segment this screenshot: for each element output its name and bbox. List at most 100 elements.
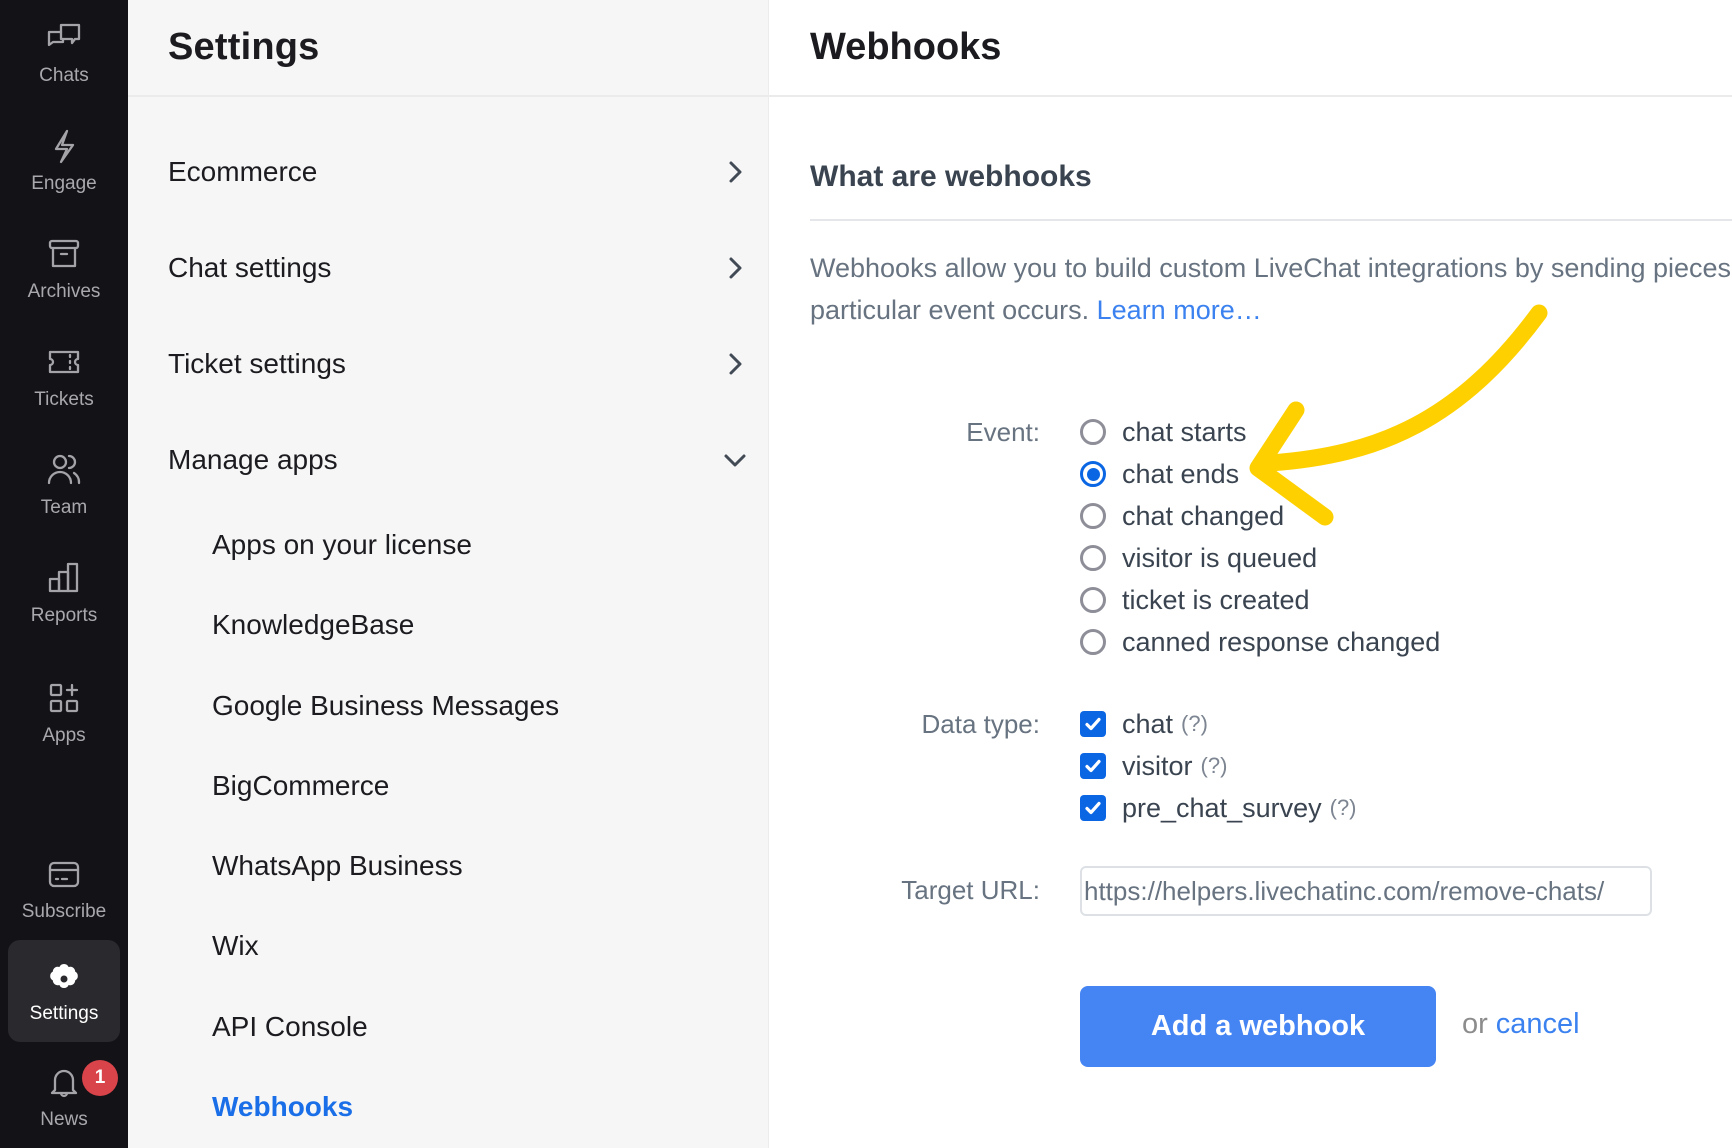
cancel-link[interactable]: cancel — [1496, 1008, 1580, 1040]
ticket-icon — [48, 350, 80, 374]
nav-item-label: Team — [40, 497, 88, 518]
section-divider — [810, 219, 1732, 221]
help-link[interactable]: (?) — [1330, 795, 1357, 821]
nav-item-label: Chats — [39, 65, 89, 86]
description-line-2: particular event occurs. Learn more… — [810, 289, 1732, 331]
nav-item-label: Tickets — [34, 389, 94, 410]
settings-panel: Settings Ecommerce Chat settings Ticket … — [128, 0, 769, 1148]
or-cancel: or cancel — [1462, 1008, 1580, 1041]
nav-item-label: News — [40, 1109, 88, 1130]
menu-item-ticket-settings[interactable]: Ticket settings — [168, 334, 748, 394]
nav-item-label: Archives — [27, 281, 101, 302]
nav-item-subscribe[interactable]: Subscribe — [8, 838, 120, 940]
main-content: Webhooks What are webhooks Webhooks allo… — [769, 0, 1732, 1148]
event-option-ticket-is-created[interactable]: ticket is created — [1080, 579, 1310, 621]
data-type-option-pre-chat-survey[interactable]: pre_chat_survey (?) — [1080, 787, 1357, 829]
radio-button[interactable] — [1080, 419, 1106, 445]
main-header: Webhooks — [769, 0, 1732, 97]
learn-more-link[interactable]: Learn more… — [1097, 295, 1262, 325]
bar-chart-icon — [48, 562, 79, 593]
option-label: ticket is created — [1122, 584, 1310, 615]
settings-title: Settings — [168, 26, 320, 68]
nav-item-reports[interactable]: Reports — [8, 542, 120, 644]
radio-button[interactable] — [1080, 587, 1106, 613]
checkbox-checked[interactable] — [1080, 753, 1106, 779]
option-label: chat changed — [1122, 500, 1285, 531]
nav-item-label: Reports — [30, 605, 98, 626]
nav-item-tickets[interactable]: Tickets — [8, 326, 120, 428]
nav-item-archives[interactable]: Archives — [8, 218, 120, 320]
help-link[interactable]: (?) — [1181, 711, 1208, 737]
submenu-item-api-console[interactable]: API Console — [212, 1002, 368, 1052]
nav-item-settings[interactable]: Settings — [8, 940, 120, 1042]
submenu-item-whatsapp-business[interactable]: WhatsApp Business — [212, 841, 463, 891]
target-url-label: Target URL: — [901, 875, 1040, 905]
radio-button-selected[interactable] — [1080, 461, 1106, 487]
option-label: chat — [1122, 708, 1174, 739]
menu-item-label: Ecommerce — [168, 156, 318, 187]
submenu-item-knowledgebase[interactable]: KnowledgeBase — [212, 600, 414, 650]
lightning-icon — [54, 129, 75, 164]
option-label: pre_chat_survey — [1122, 792, 1322, 823]
submenu-item-bigcommerce[interactable]: BigCommerce — [212, 761, 389, 811]
nav-item-apps[interactable]: Apps — [8, 662, 120, 764]
event-option-chat-changed[interactable]: chat changed — [1080, 495, 1284, 537]
submenu-item-google-business-messages[interactable]: Google Business Messages — [212, 681, 559, 731]
checkbox-checked[interactable] — [1080, 795, 1106, 821]
event-option-visitor-is-queued[interactable]: visitor is queued — [1080, 537, 1317, 579]
nav-item-chats[interactable]: Chats — [8, 2, 120, 104]
event-option-chat-ends[interactable]: chat ends — [1080, 453, 1239, 495]
add-webhook-button[interactable]: Add a webhook — [1080, 986, 1436, 1067]
checkmark-icon — [1085, 801, 1101, 815]
chevron-down-icon — [724, 454, 746, 467]
nav-rail: Chats Engage Archives Tickets Team Repor… — [0, 0, 128, 1148]
target-url-input[interactable] — [1080, 866, 1652, 916]
description: Webhooks allow you to build custom LiveC… — [810, 247, 1732, 331]
menu-item-manage-apps[interactable]: Manage apps — [168, 430, 748, 490]
page-title: Webhooks — [810, 26, 1002, 68]
radio-button[interactable] — [1080, 629, 1106, 655]
event-label: Event: — [966, 417, 1040, 447]
notification-badge: 1 — [82, 1060, 118, 1096]
nav-item-label: Engage — [31, 173, 97, 194]
nav-item-news[interactable]: 1 News — [8, 1046, 120, 1148]
description-line-1: Webhooks allow you to build custom LiveC… — [810, 253, 1732, 283]
data-type-label: Data type: — [921, 709, 1040, 739]
submenu-item-wix[interactable]: Wix — [212, 921, 259, 971]
description-line-2-text: particular event occurs. — [810, 295, 1090, 325]
checkbox-checked[interactable] — [1080, 711, 1106, 737]
checkmark-icon — [1085, 717, 1101, 731]
checkmark-icon — [1085, 759, 1101, 773]
option-label: canned response changed — [1122, 626, 1441, 657]
submenu-item-apps-on-your-license[interactable]: Apps on your license — [212, 520, 472, 570]
option-label: visitor — [1122, 750, 1193, 781]
option-label: visitor is queued — [1122, 542, 1318, 573]
menu-item-label: Ticket settings — [168, 348, 346, 379]
data-type-option-visitor[interactable]: visitor (?) — [1080, 745, 1227, 787]
nav-item-label: Settings — [29, 1003, 99, 1024]
data-type-option-chat[interactable]: chat (?) — [1080, 703, 1208, 745]
or-text: or — [1462, 1008, 1488, 1040]
submenu-item-webhooks[interactable]: Webhooks — [212, 1082, 353, 1132]
nav-item-label: Subscribe — [21, 901, 107, 922]
team-icon — [47, 454, 81, 485]
credit-card-icon — [48, 861, 80, 888]
gear-icon — [50, 964, 78, 989]
nav-item-label: Apps — [42, 725, 86, 746]
nav-item-team[interactable]: Team — [8, 434, 120, 536]
radio-button[interactable] — [1080, 503, 1106, 529]
menu-item-chat-settings[interactable]: Chat settings — [168, 238, 748, 298]
event-option-canned-response-changed[interactable]: canned response changed — [1080, 621, 1440, 663]
help-link[interactable]: (?) — [1201, 753, 1228, 779]
chat-bubbles-icon — [47, 23, 81, 47]
bell-icon — [50, 1069, 78, 1098]
event-option-chat-starts[interactable]: chat starts — [1080, 411, 1247, 453]
chevron-right-icon — [729, 353, 742, 375]
menu-item-ecommerce[interactable]: Ecommerce — [168, 142, 748, 202]
option-label: chat starts — [1122, 416, 1247, 447]
chevron-right-icon — [729, 161, 742, 183]
nav-item-engage[interactable]: Engage — [8, 110, 120, 212]
chevron-right-icon — [729, 257, 742, 279]
archive-box-icon — [48, 239, 80, 268]
radio-button[interactable] — [1080, 545, 1106, 571]
